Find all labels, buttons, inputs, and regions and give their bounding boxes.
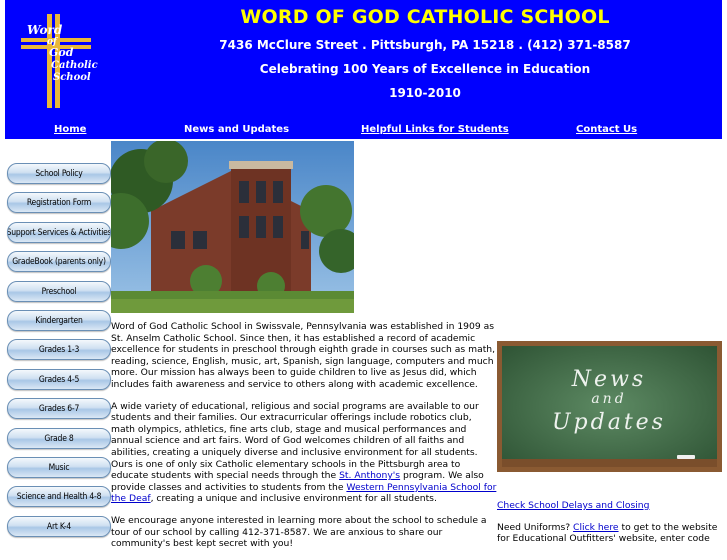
sidebar-item-registration-form[interactable]: Registration Form bbox=[7, 192, 111, 213]
intro-paragraph: Word of God Catholic School in Swissvale… bbox=[111, 321, 496, 390]
news-updates-chalkboard[interactable]: News and Updates bbox=[497, 341, 722, 472]
logo-word: Word bbox=[27, 23, 63, 37]
school-delays-link[interactable]: Check School Delays and Closing bbox=[497, 500, 722, 512]
sidebar-item-gradebook[interactable]: GradeBook (parents only) bbox=[7, 251, 111, 272]
school-logo[interactable]: Word of God Catholic School bbox=[19, 12, 105, 110]
logo-school: School bbox=[53, 72, 91, 83]
nav-contact-link[interactable]: Contact Us bbox=[576, 124, 637, 135]
site-header: Word of God Catholic School WORD OF GOD … bbox=[5, 0, 722, 139]
nav-home-link[interactable]: Home bbox=[54, 124, 86, 135]
school-address: 7436 McClure Street . Pittsburgh, PA 152… bbox=[219, 38, 631, 52]
sidebar-item-kindergarten[interactable]: Kindergarten bbox=[7, 310, 111, 331]
sidebar-item-school-policy[interactable]: School Policy bbox=[7, 163, 111, 184]
sidebar-item-grade-8[interactable]: Grade 8 bbox=[7, 428, 111, 449]
sidebar-item-preschool[interactable]: Preschool bbox=[7, 281, 111, 302]
sidebar-item-grades-1-3[interactable]: Grades 1-3 bbox=[7, 339, 111, 360]
sidebar-item-grades-4-5[interactable]: Grades 4-5 bbox=[7, 369, 111, 390]
uniforms-prefix: Need Uniforms? bbox=[497, 521, 574, 533]
sidebar-item-grades-6-7[interactable]: Grades 6-7 bbox=[7, 398, 111, 419]
school-building-photo bbox=[111, 141, 354, 313]
board-news-text: News bbox=[571, 367, 646, 392]
st-anthonys-link[interactable]: St. Anthony's bbox=[339, 470, 400, 481]
right-column: Check School Delays and Closing Need Uni… bbox=[497, 500, 722, 545]
nav-news-link[interactable]: News and Updates bbox=[184, 124, 289, 135]
programs-text-a: A wide variety of educational, religious… bbox=[111, 400, 479, 482]
tour-paragraph: We encourage anyone interested in learni… bbox=[111, 514, 487, 550]
sidebar-item-music[interactable]: Music bbox=[7, 457, 111, 478]
programs-paragraph: A wide variety of educational, religious… bbox=[111, 401, 498, 505]
chalk-piece bbox=[677, 455, 695, 459]
sidebar-item-support-services[interactable]: Support Services & Activities bbox=[7, 222, 111, 243]
board-and-text: and bbox=[591, 391, 626, 407]
tagline: Celebrating 100 Years of Excellence in E… bbox=[259, 62, 591, 76]
school-title: WORD OF GOD CATHOLIC SCHOOL bbox=[240, 6, 610, 28]
uniforms-text: Need Uniforms? Click here to get to the … bbox=[497, 522, 722, 545]
sidebar-item-science-health[interactable]: Science and Health 4-8 bbox=[7, 486, 111, 507]
board-updates-text: Updates bbox=[552, 410, 666, 435]
logo-god: God bbox=[49, 46, 74, 59]
nav-helpful-links[interactable]: Helpful Links for Students bbox=[361, 124, 509, 135]
programs-text-c: , creating a unique and inclusive enviro… bbox=[150, 493, 437, 505]
logo-catholic: Catholic bbox=[51, 60, 98, 71]
uniforms-click-here-link[interactable]: Click here bbox=[573, 522, 619, 533]
sidebar-item-art-k4[interactable]: Art K-4 bbox=[7, 516, 111, 537]
main-content: Word of God Catholic School in Swissvale… bbox=[111, 321, 498, 560]
centennial-years: 1910-2010 bbox=[389, 86, 461, 100]
